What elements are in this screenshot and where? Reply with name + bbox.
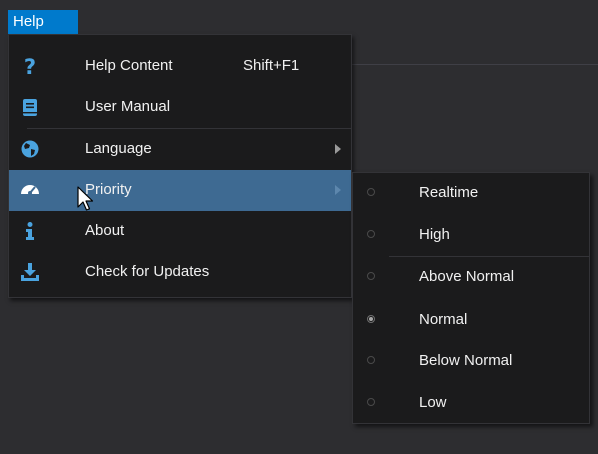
menu-item-label: User Manual: [85, 98, 171, 115]
priority-option-above-normal[interactable]: Above Normal: [353, 257, 589, 298]
menu-item-help-content[interactable]: ? Help Content Shift+F1: [9, 46, 351, 87]
priority-option-normal[interactable]: Normal: [353, 300, 589, 341]
menu-item-priority[interactable]: Priority: [9, 170, 351, 211]
priority-option-realtime[interactable]: Realtime: [353, 173, 589, 214]
priority-option-label: Realtime: [419, 184, 479, 201]
radio-icon: [367, 356, 375, 364]
menu-item-label: Help Content: [85, 57, 173, 74]
menu-item-label: Language: [85, 140, 152, 157]
download-icon: [21, 263, 39, 281]
toolbar-divider: [352, 64, 598, 65]
mouse-cursor-icon: [77, 186, 94, 211]
priority-option-label: Below Normal: [419, 352, 513, 369]
menu-help[interactable]: Help: [8, 10, 78, 34]
menu-item-check-for-updates[interactable]: Check for Updates: [9, 252, 351, 293]
radio-icon: [367, 398, 375, 406]
priority-submenu: Realtime High Above Normal Normal Below …: [352, 172, 590, 424]
book-icon: [23, 99, 37, 116]
priority-option-label: Low: [419, 394, 447, 411]
globe-icon: [21, 140, 39, 158]
priority-option-label: Above Normal: [419, 268, 515, 285]
priority-option-high[interactable]: High: [353, 215, 589, 256]
priority-option-label: High: [419, 226, 450, 243]
menu-item-shortcut: Shift+F1: [243, 57, 300, 74]
question-mark-icon: ?: [24, 55, 36, 77]
submenu-arrow-icon: [335, 185, 341, 195]
help-menu: ? Help Content Shift+F1 User Manual Lang…: [8, 34, 352, 298]
speedometer-icon: [21, 185, 39, 195]
menu-item-about[interactable]: About: [9, 211, 351, 252]
menu-item-label: Check for Updates: [85, 263, 210, 280]
info-icon: [26, 222, 34, 240]
priority-option-label: Normal: [419, 311, 468, 328]
submenu-arrow-icon: [335, 144, 341, 154]
radio-selected-icon: [367, 315, 375, 323]
radio-icon: [367, 230, 375, 238]
priority-option-below-normal[interactable]: Below Normal: [353, 341, 589, 382]
radio-icon: [367, 188, 375, 196]
menu-bar: Help: [0, 0, 598, 34]
svg-text:?: ?: [24, 55, 36, 77]
radio-icon: [367, 272, 375, 280]
menu-item-label: About: [85, 222, 125, 239]
menu-item-user-manual[interactable]: User Manual: [9, 87, 351, 128]
priority-option-low[interactable]: Low: [353, 383, 589, 424]
menu-item-language[interactable]: Language: [9, 129, 351, 170]
